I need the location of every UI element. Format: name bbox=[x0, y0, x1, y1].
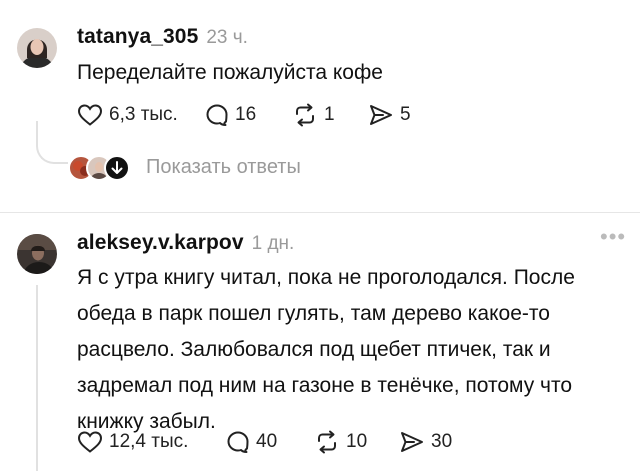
more-dots-icon[interactable]: ••• bbox=[600, 224, 626, 250]
send-arrow-icon bbox=[401, 432, 423, 452]
repost-arrows-icon bbox=[296, 103, 314, 127]
speech-bubble-icon bbox=[227, 431, 249, 453]
comment-header: aleksey.v.karpov 1 дн. bbox=[77, 231, 294, 255]
heart-icon bbox=[77, 104, 103, 126]
username[interactable]: tatanya_305 bbox=[77, 25, 198, 48]
send-arrow-icon bbox=[370, 105, 392, 125]
show-replies-link[interactable]: Показать ответы bbox=[146, 156, 301, 179]
like-button[interactable]: 12,4 тыс. bbox=[77, 430, 226, 454]
thread-line bbox=[36, 285, 38, 471]
thread-line bbox=[36, 121, 68, 164]
reply-button[interactable]: 40 bbox=[226, 430, 314, 454]
heart-icon bbox=[77, 431, 103, 453]
comment-actions: 12,4 тыс. 40 10 30 bbox=[77, 430, 452, 454]
share-button[interactable]: 30 bbox=[399, 430, 452, 454]
comment-actions: 6,3 тыс. 16 1 5 bbox=[77, 103, 411, 127]
reply-count: 40 bbox=[256, 431, 278, 452]
avatar-tatanya[interactable] bbox=[17, 28, 57, 68]
timestamp: 23 ч. bbox=[206, 27, 248, 48]
repost-arrows-icon bbox=[318, 430, 336, 454]
like-count: 6,3 тыс. bbox=[109, 104, 178, 125]
expand-replies-button[interactable] bbox=[104, 155, 130, 181]
share-count: 30 bbox=[431, 431, 453, 452]
repost-button[interactable]: 10 bbox=[314, 430, 399, 454]
avatar-aleksey[interactable] bbox=[17, 234, 57, 274]
arrow-down-icon bbox=[111, 161, 123, 174]
repost-count: 10 bbox=[346, 431, 368, 452]
share-button[interactable]: 5 bbox=[368, 103, 411, 127]
comment-divider bbox=[0, 212, 640, 213]
like-count: 12,4 тыс. bbox=[109, 431, 189, 452]
comment-text: Я с утра книгу читал, пока не проголодал… bbox=[77, 266, 575, 433]
username[interactable]: aleksey.v.karpov bbox=[77, 231, 244, 254]
repost-button[interactable]: 1 bbox=[292, 103, 368, 127]
share-count: 5 bbox=[400, 104, 411, 125]
speech-bubble-icon bbox=[206, 104, 228, 126]
comment-text: Переделайте пожалуйста кофе bbox=[77, 61, 383, 84]
like-button[interactable]: 6,3 тыс. bbox=[77, 103, 205, 127]
comment-header: tatanya_305 23 ч. bbox=[77, 25, 248, 49]
repost-count: 1 bbox=[324, 104, 335, 125]
timestamp: 1 дн. bbox=[251, 233, 295, 254]
reply-button[interactable]: 16 bbox=[205, 103, 292, 127]
reply-count: 16 bbox=[235, 104, 257, 125]
